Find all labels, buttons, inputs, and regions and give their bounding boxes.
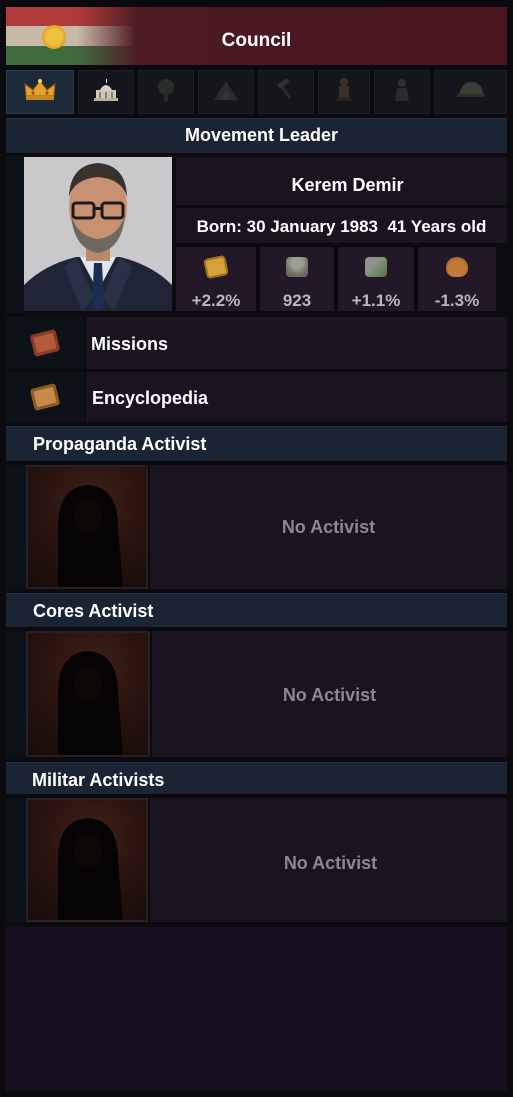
stat-troops[interactable]: 923	[260, 247, 334, 311]
parliament-icon	[92, 78, 120, 106]
tab-mountain[interactable]	[198, 70, 254, 114]
tab-hammer[interactable]	[258, 70, 314, 114]
hammer-icon	[273, 77, 299, 106]
stat-bag[interactable]: -1.3%	[418, 247, 496, 311]
activist-frame	[6, 798, 26, 922]
stat-value: +2.2%	[191, 291, 241, 310]
militar-activist-status: No Activist	[283, 853, 378, 873]
troops-icon	[286, 257, 308, 277]
tab-soldier[interactable]	[374, 70, 430, 114]
empty-bottom-panel	[6, 927, 507, 1091]
stat-industry[interactable]: +1.1%	[338, 247, 414, 311]
encyclopedia-icon-box[interactable]	[6, 372, 84, 422]
soldier-icon	[390, 77, 414, 107]
missions-icon-box[interactable]	[6, 317, 84, 369]
empty-activist-portrait[interactable]	[26, 631, 150, 757]
stat-value: +1.1%	[351, 291, 401, 310]
industry-icon	[365, 257, 387, 277]
leader-born: Born: 30 January 1983 41 Years old	[196, 217, 487, 236]
empty-activist-portrait[interactable]	[26, 465, 148, 589]
leader-name: Kerem Demir	[291, 175, 404, 195]
stat-money[interactable]: +2.2%	[176, 247, 256, 311]
mountain-icon	[212, 78, 240, 106]
tab-parliament[interactable]	[78, 70, 134, 114]
leader-portrait[interactable]	[24, 157, 172, 311]
helmet-icon	[456, 79, 486, 105]
tab-leader[interactable]	[6, 70, 74, 114]
encyclopedia-book-icon	[29, 383, 61, 411]
encyclopedia-label: Encyclopedia	[92, 388, 209, 408]
cores-activist-status: No Activist	[282, 685, 377, 705]
missions-label: Missions	[91, 334, 169, 354]
crown-icon	[23, 78, 57, 106]
stat-value: -1.3%	[434, 291, 480, 310]
money-icon	[203, 254, 229, 280]
bag-icon	[446, 257, 468, 277]
tab-tree[interactable]	[138, 70, 194, 114]
portrait-frame	[6, 155, 24, 313]
propaganda-activist-status: No Activist	[281, 517, 376, 537]
tab-statue[interactable]	[318, 70, 370, 114]
leader-section-title: Movement Leader	[184, 125, 339, 145]
empty-activist-portrait[interactable]	[26, 798, 148, 922]
tab-helmet[interactable]	[434, 70, 507, 114]
activist-frame	[6, 465, 26, 589]
activist-frame	[6, 631, 26, 757]
stat-value: 923	[282, 291, 312, 310]
book-icon	[29, 329, 61, 357]
militar-section-title: Militar Activists	[32, 770, 165, 790]
cores-section-title: Cores Activist	[33, 601, 154, 621]
tree-icon	[153, 78, 179, 106]
propaganda-section-title: Propaganda Activist	[33, 434, 207, 454]
window-title: Council	[221, 30, 292, 51]
statue-icon	[333, 77, 355, 107]
